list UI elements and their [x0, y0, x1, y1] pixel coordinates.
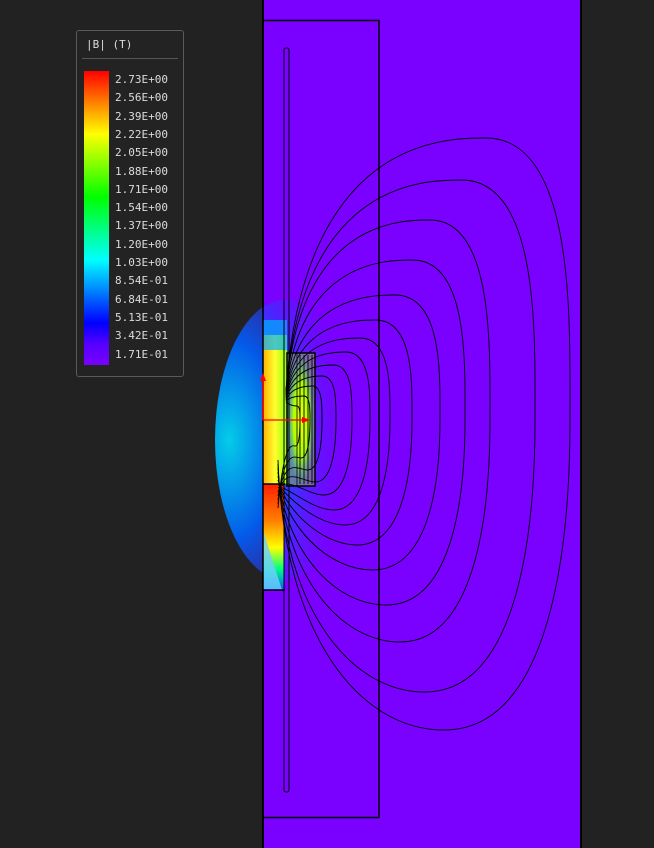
legend-title: |B| (T) [86, 38, 133, 51]
viewport[interactable]: |B| (T) 2.73E+00 2.56E+00 2.39E+00 2.22E+00… [0, 0, 654, 848]
pole-region [263, 335, 287, 485]
legend-value: 1.20E+00 [115, 237, 168, 251]
legend-value: 2.05E+00 [115, 146, 168, 160]
pole-cap-blue [263, 320, 287, 350]
domain-edge-right [580, 0, 582, 848]
legend-value: 5.13E-01 [115, 310, 168, 324]
legend-value: 1.71E+00 [115, 182, 168, 196]
legend-value: 2.22E+00 [115, 127, 168, 141]
legend-value: 1.37E+00 [115, 219, 168, 233]
legend-value: 2.73E+00 [115, 73, 168, 86]
legend-divider [82, 58, 178, 59]
legend-value: 2.39E+00 [115, 109, 168, 123]
legend-value: 1.88E+00 [115, 164, 168, 178]
legend-value: 8.54E-01 [115, 274, 168, 288]
color-legend: |B| (T) 2.73E+00 2.56E+00 2.39E+00 2.22E+00… [76, 30, 184, 377]
legend-value: 1.71E-01 [115, 347, 168, 361]
legend-value: 3.42E-01 [115, 329, 168, 343]
legend-color-bar [84, 71, 109, 365]
legend-value: 1.54E+00 [115, 201, 168, 215]
legend-value: 2.56E+00 [115, 91, 168, 105]
legend-value: 6.84E-01 [115, 292, 168, 306]
legend-value: 1.03E+00 [115, 256, 168, 269]
